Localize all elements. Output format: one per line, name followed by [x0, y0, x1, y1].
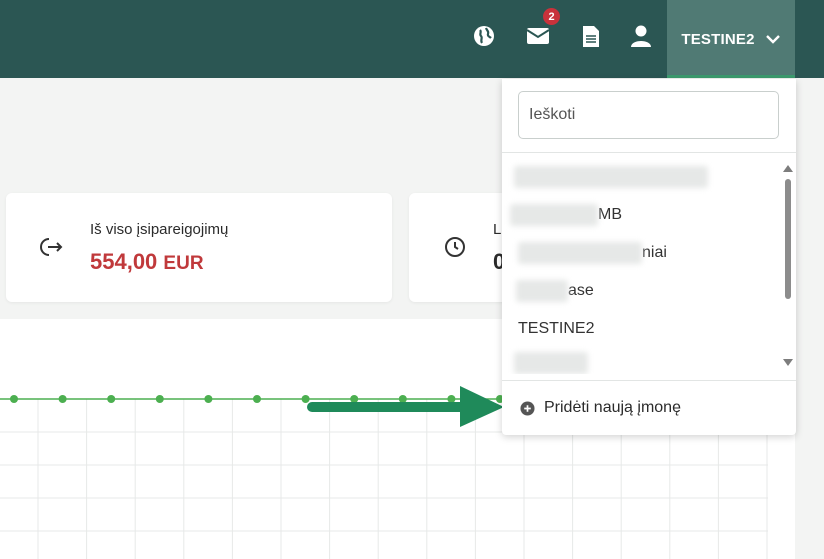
company-item[interactable]	[502, 159, 782, 195]
company-item[interactable]: ase	[502, 273, 782, 309]
redacted-text	[518, 242, 642, 264]
globe-icon[interactable]	[470, 22, 498, 50]
current-company-label: TESTINE2	[681, 30, 755, 48]
company-name: ase	[568, 282, 594, 299]
divider	[502, 152, 796, 153]
company-item[interactable]	[502, 345, 782, 374]
redacted-text	[514, 166, 708, 188]
data-point[interactable]	[58, 395, 67, 403]
redacted-text	[514, 352, 588, 374]
card-label: L	[493, 221, 502, 238]
active-menu-underline	[667, 75, 795, 78]
annotation-arrow	[307, 386, 504, 427]
data-point[interactable]	[253, 395, 261, 403]
user-icon[interactable]	[627, 22, 655, 50]
data-point[interactable]	[155, 395, 164, 403]
notification-badge: 2	[543, 8, 560, 25]
company-item[interactable]: MB	[502, 197, 782, 233]
data-point[interactable]	[204, 395, 213, 403]
add-company-label: Pridėti naują įmonę	[544, 399, 681, 416]
top-navigation-bar: 2 TESTINE2	[0, 0, 824, 78]
card-label: Iš viso įsipareigojimų	[90, 221, 229, 238]
page-right-gutter	[795, 78, 824, 559]
company-item[interactable]: niai	[502, 235, 782, 271]
user-company-menu[interactable]: TESTINE2	[667, 0, 795, 78]
scroll-down-arrow[interactable]	[783, 359, 793, 366]
company-item[interactable]: TESTINE2	[502, 311, 782, 347]
card-value: 554,00 EUR	[90, 249, 204, 274]
data-point[interactable]	[10, 395, 18, 403]
plus-circle-icon	[520, 400, 535, 416]
document-icon[interactable]	[577, 22, 605, 50]
add-company-button[interactable]: Pridėti naują įmonę	[520, 395, 681, 421]
mail-icon[interactable]: 2	[524, 8, 560, 50]
redacted-text	[516, 280, 568, 302]
chevron-down-icon	[765, 35, 780, 44]
redacted-text	[510, 204, 598, 226]
clock-icon	[443, 235, 467, 259]
company-name: niai	[642, 244, 667, 261]
scroll-up-arrow[interactable]	[783, 165, 793, 172]
company-search-input[interactable]	[518, 91, 779, 139]
divider	[502, 380, 796, 381]
company-list: MB niai ase TESTINE2	[502, 159, 782, 374]
total-liabilities-card: Iš viso įsipareigojimų 554,00 EUR	[6, 193, 392, 302]
company-name: MB	[598, 206, 622, 223]
scrollbar-thumb[interactable]	[785, 179, 791, 299]
sign-out-arrow-icon	[40, 235, 64, 259]
company-name: TESTINE2	[518, 320, 595, 337]
data-point[interactable]	[107, 395, 116, 403]
company-dropdown: MB niai ase TESTINE2 Pridėti naują įmonę	[502, 79, 796, 435]
